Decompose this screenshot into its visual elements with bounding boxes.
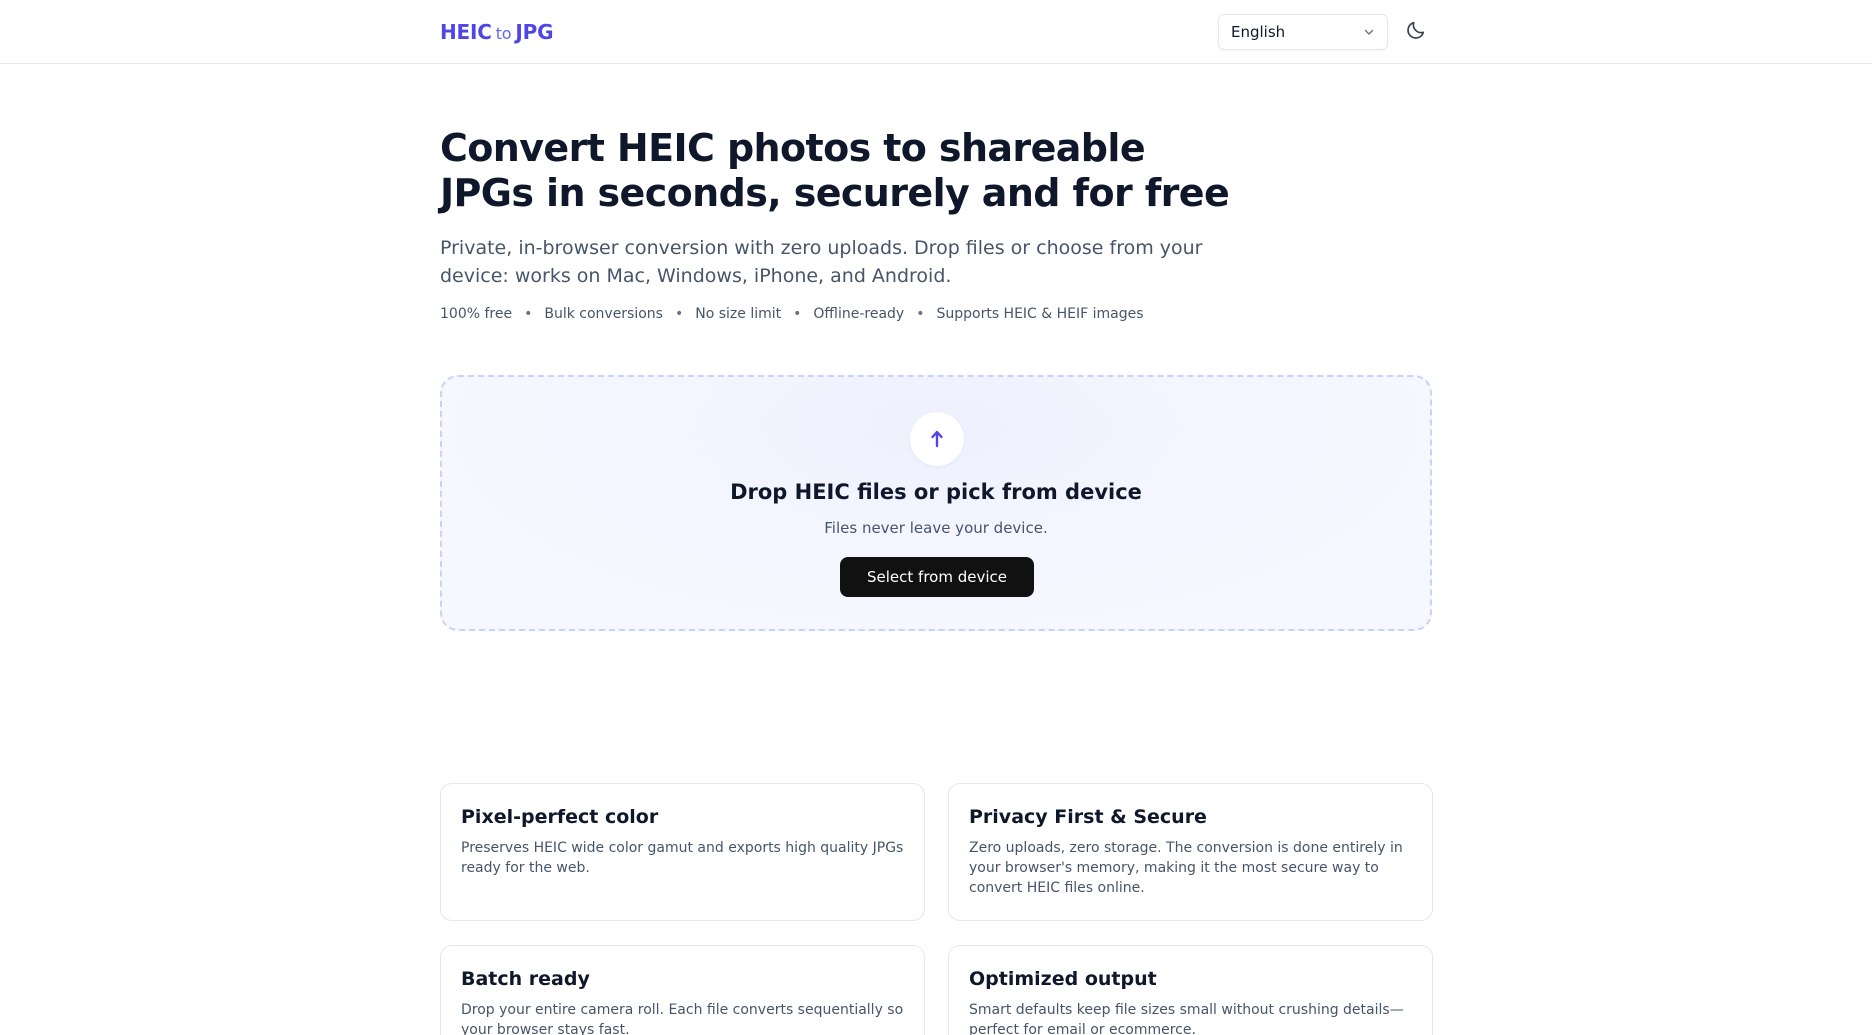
feature-item: 100% free	[440, 306, 513, 322]
feature-item: No size limit	[695, 306, 782, 322]
feature-item: Supports HEIC & HEIF images	[936, 306, 1144, 322]
card-body: Smart defaults keep file sizes small wit…	[969, 1002, 1404, 1035]
dropzone-note: Files never leave your device.	[824, 519, 1048, 537]
select-from-device-button[interactable]: Select from device	[840, 557, 1034, 597]
feature-separator: •	[916, 306, 925, 322]
feature-list: 100% free • Bulk conversions • No size l…	[440, 306, 1144, 322]
card-body: Zero uploads, zero storage. The conversi…	[969, 840, 1403, 896]
card-title: Optimized output	[969, 968, 1157, 990]
feature-card-pixel-perfect-color: Pixel-perfect color Preserves HEIC wide …	[440, 783, 925, 921]
theme-toggle-button[interactable]	[1402, 18, 1430, 46]
feature-item: Bulk conversions	[544, 306, 663, 322]
card-title: Privacy First & Secure	[969, 806, 1207, 828]
card-body: Drop your entire camera roll. Each file …	[461, 1002, 904, 1035]
feature-card-batch-ready: Batch ready Drop your entire camera roll…	[440, 945, 925, 1035]
logo-heic: HEIC	[440, 20, 492, 44]
feature-card-privacy: Privacy First & Secure Zero uploads, zer…	[948, 783, 1433, 921]
upload-arrow-icon	[910, 412, 964, 466]
feature-separator: •	[793, 306, 802, 322]
logo-to: to	[495, 24, 512, 43]
logo[interactable]: HEIC to JPG	[440, 20, 554, 44]
language-select[interactable]: English	[1218, 14, 1388, 50]
hero-subtitle: Private, in-browser conversion with zero…	[440, 237, 1203, 287]
top-bar: HEIC to JPG English	[0, 0, 1872, 64]
logo-jpg: JPG	[515, 20, 554, 44]
feature-item: Offline-ready	[813, 306, 905, 322]
card-title: Pixel-perfect color	[461, 806, 659, 828]
page-title: Convert HEIC photos to shareable JPGs in…	[440, 126, 1230, 215]
feature-separator: •	[524, 306, 533, 322]
feature-separator: •	[674, 306, 684, 322]
dropzone-title: Drop HEIC files or pick from device	[730, 480, 1142, 504]
moon-icon	[1405, 19, 1427, 45]
language-selected-value: English	[1231, 23, 1286, 41]
card-title: Batch ready	[461, 968, 590, 990]
card-body: Preserves HEIC wide color gamut and expo…	[461, 840, 904, 876]
feature-card-optimized-output: Optimized output Smart defaults keep fil…	[948, 945, 1433, 1035]
file-dropzone[interactable]: Drop HEIC files or pick from device File…	[440, 375, 1432, 631]
chevron-down-icon	[1363, 26, 1375, 38]
